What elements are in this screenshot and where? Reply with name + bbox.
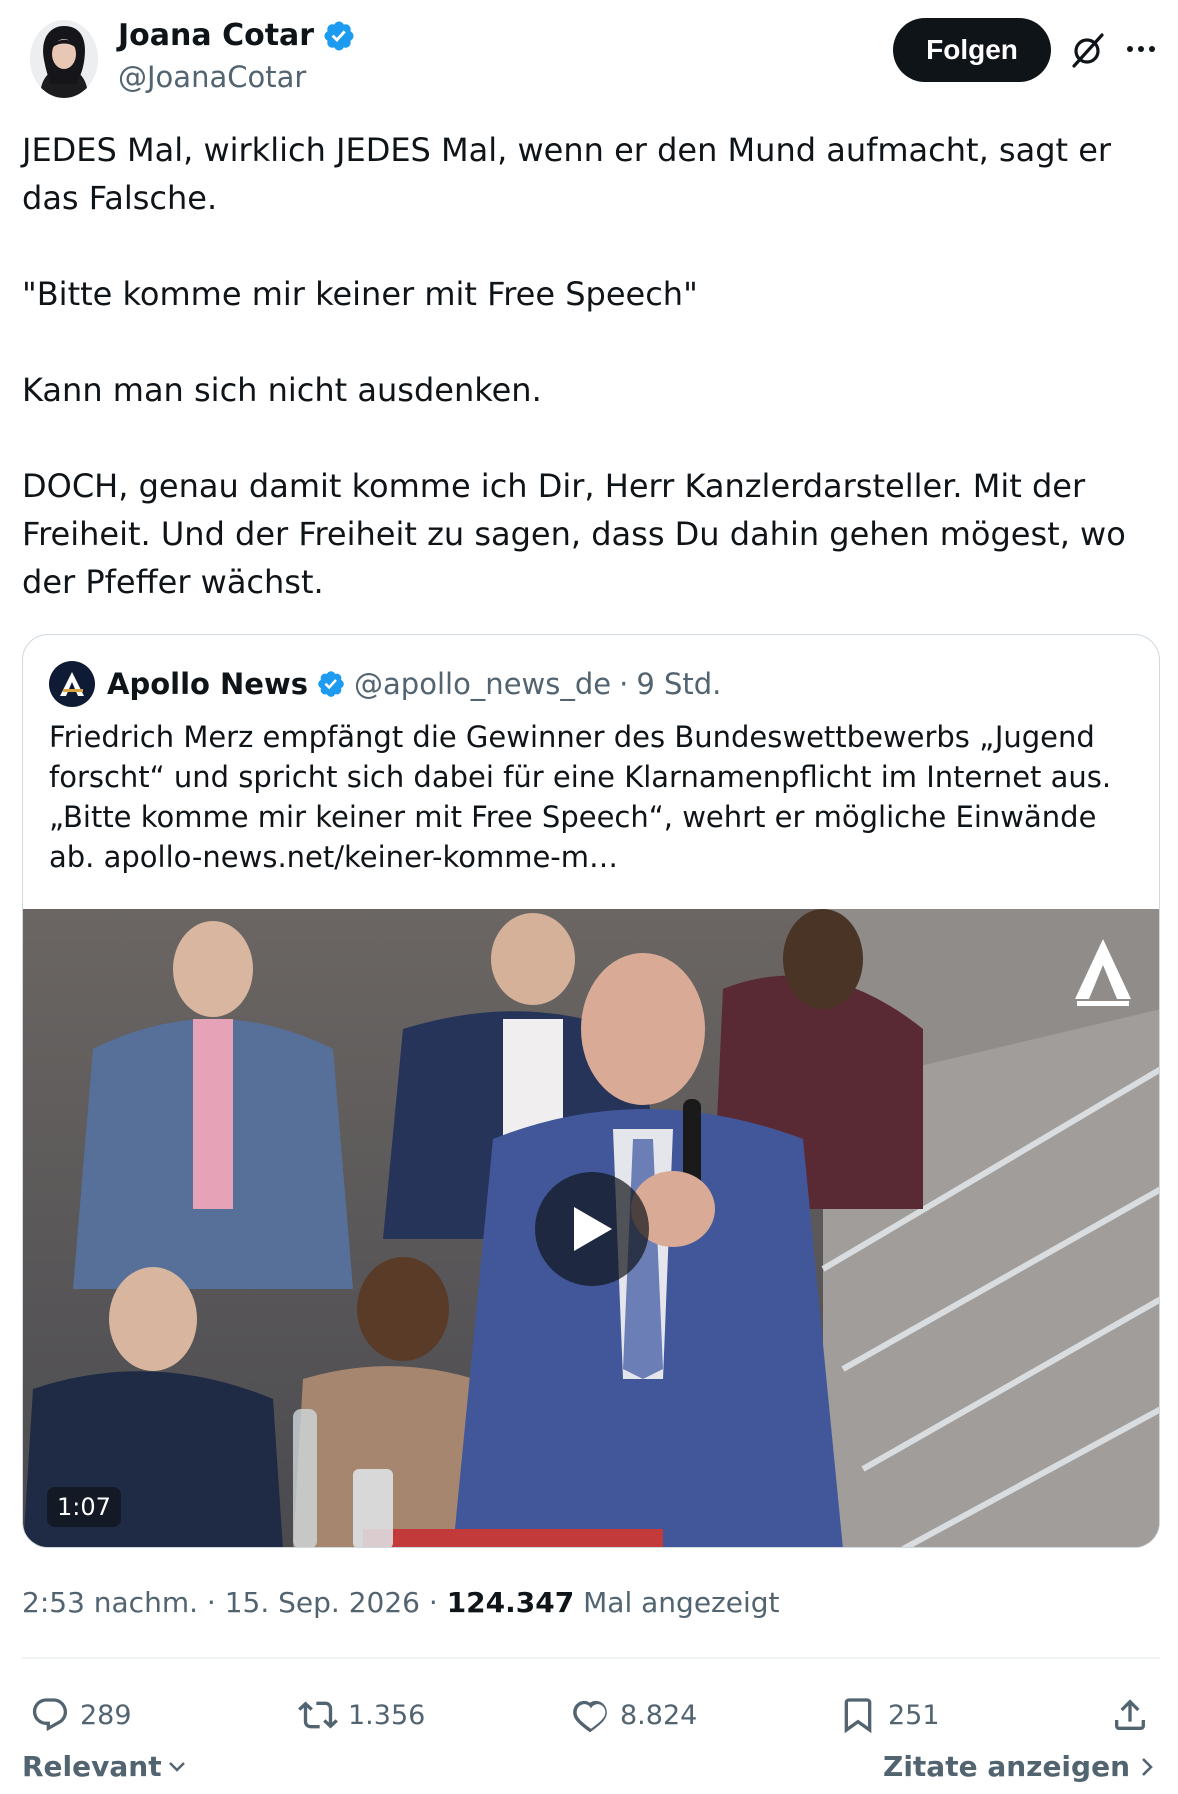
tweet-date[interactable]: 15. Sep. 2026 xyxy=(225,1586,420,1619)
quoted-tweet-header: Apollo News @apollo_news_de · 9 Std. xyxy=(49,661,721,707)
repost-button[interactable]: 1.356 xyxy=(298,1680,425,1750)
tweet-header: Joana Cotar @JoanaCotar Folgen xyxy=(0,0,1178,110)
tweet-paragraph: DOCH, genau damit komme ich Dir, Herr Ka… xyxy=(22,467,1126,601)
video-player[interactable]: 1:07 xyxy=(23,909,1159,1547)
share-button[interactable] xyxy=(1110,1680,1150,1750)
verified-badge-icon xyxy=(322,19,356,53)
views-count: 124.347 xyxy=(446,1586,575,1619)
divider xyxy=(22,1657,1160,1659)
like-button[interactable]: 8.824 xyxy=(570,1680,697,1750)
views-label: Mal angezeigt xyxy=(583,1586,780,1619)
quoted-display-name[interactable]: Apollo News xyxy=(107,667,308,701)
tweet-paragraph: "Bitte komme mir keiner mit Free Speech" xyxy=(22,275,698,313)
apollo-logo-icon[interactable] xyxy=(49,661,95,707)
ellipsis-icon[interactable] xyxy=(1124,34,1158,64)
sort-dropdown[interactable]: Relevant xyxy=(22,1750,188,1783)
author-display-name[interactable]: Joana Cotar xyxy=(118,18,314,53)
apollo-watermark-icon xyxy=(1071,935,1135,1007)
chevron-right-icon xyxy=(1142,1757,1153,1776)
reply-icon xyxy=(32,1698,68,1732)
tweet-time[interactable]: 2:53 nachm. xyxy=(22,1586,198,1619)
verified-badge-icon xyxy=(316,669,346,699)
heart-icon xyxy=(573,1700,607,1733)
view-quotes-link[interactable]: Zitate anzeigen xyxy=(883,1750,1156,1783)
quoted-tweet-text: Friedrich Merz empfängt die Gewinner des… xyxy=(49,720,1112,874)
play-icon xyxy=(574,1207,612,1251)
author-handle[interactable]: @JoanaCotar xyxy=(118,60,306,94)
reply-button[interactable]: 289 xyxy=(30,1680,132,1750)
tweet-paragraph: Kann man sich nicht ausdenken. xyxy=(22,371,542,409)
bookmark-icon xyxy=(844,1698,872,1734)
tweet-paragraph: JEDES Mal, wirklich JEDES Mal, wenn er d… xyxy=(22,131,1112,217)
author-avatar[interactable] xyxy=(30,20,98,98)
replies-toolbar: Relevant Zitate anzeigen xyxy=(0,1746,1178,1794)
sort-label: Relevant xyxy=(22,1750,162,1783)
slashed-circle-icon[interactable] xyxy=(1070,30,1106,70)
tweet-text: JEDES Mal, wirklich JEDES Mal, wenn er d… xyxy=(22,126,1162,606)
repost-count: 1.356 xyxy=(348,1699,426,1731)
author-name-row[interactable]: Joana Cotar xyxy=(118,18,356,53)
quoted-timestamp[interactable]: 9 Std. xyxy=(636,667,721,701)
separator-dot: · xyxy=(206,1586,216,1619)
bookmark-count: 251 xyxy=(888,1699,940,1731)
like-count: 8.824 xyxy=(620,1699,698,1731)
quoted-handle[interactable]: @apollo_news_de xyxy=(354,667,611,701)
tweet-meta: 2:53 nachm. · 15. Sep. 2026 · 124.347 Ma… xyxy=(22,1586,780,1619)
quoted-tweet-card[interactable]: Apollo News @apollo_news_de · 9 Std. Fri… xyxy=(22,634,1160,1548)
chevron-down-icon xyxy=(168,1761,185,1772)
play-button[interactable] xyxy=(535,1172,649,1286)
bookmark-button[interactable]: 251 xyxy=(838,1680,940,1750)
repost-icon xyxy=(298,1701,338,1729)
separator-dot: · xyxy=(428,1586,438,1619)
video-duration: 1:07 xyxy=(47,1487,121,1527)
separator-dot: · xyxy=(619,667,629,701)
action-bar: 289 1.356 8.824 251 xyxy=(0,1680,1178,1750)
follow-button[interactable]: Folgen xyxy=(893,18,1051,82)
quotes-label: Zitate anzeigen xyxy=(883,1750,1130,1783)
share-icon xyxy=(1115,1699,1145,1730)
reply-count: 289 xyxy=(80,1699,132,1731)
